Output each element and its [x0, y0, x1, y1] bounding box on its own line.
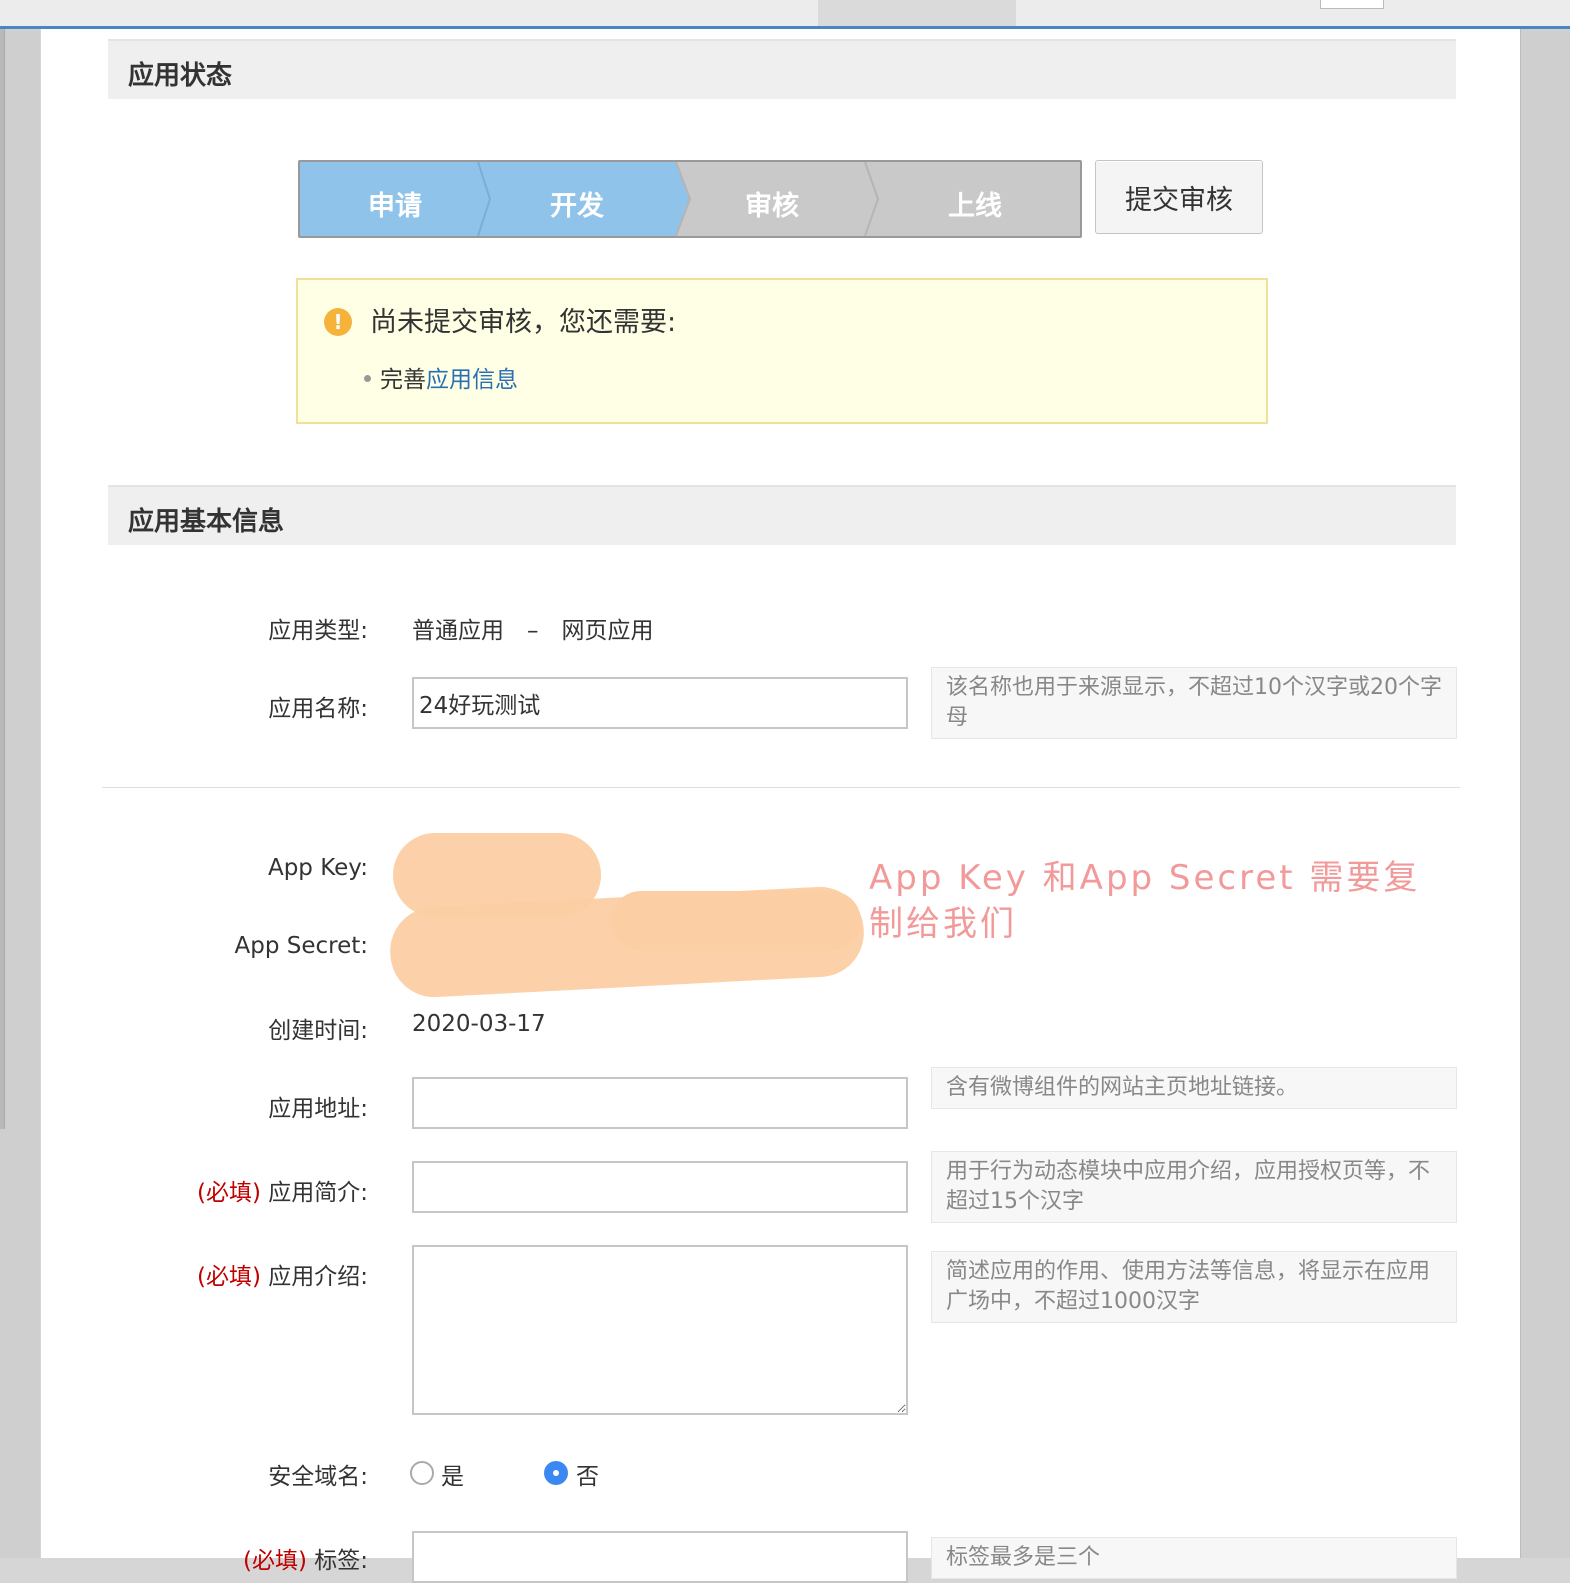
section-title-basic: 应用基本信息 — [128, 507, 285, 537]
browser-top-bar — [0, 0, 1570, 29]
step-online: 上线 — [948, 191, 1002, 222]
bullet-icon — [364, 375, 371, 382]
required-tag: (必填) — [196, 1264, 261, 1290]
tags-hint: 标签最多是三个 — [931, 1537, 1457, 1579]
step-develop: 开发 — [550, 191, 604, 222]
section-basic-info: 应用基本信息 — [108, 485, 1456, 545]
warning-icon: ! — [324, 308, 352, 336]
app-url-input[interactable] — [412, 1077, 908, 1129]
required-tag: (必填) — [196, 1180, 261, 1206]
left-scroll-edge — [0, 29, 5, 1129]
app-intro-label: (必填) 应用介绍: — [68, 1257, 368, 1291]
app-brief-hint: 用于行为动态模块中应用介绍，应用授权页等，不超过15个汉字 — [931, 1151, 1457, 1223]
secure-domain-yes-label: 是 — [441, 1464, 464, 1490]
notice-box: ! 尚未提交审核，您还需要: 完善应用信息 — [296, 278, 1268, 424]
required-tag: (必填) — [242, 1548, 307, 1574]
section-app-status: 应用状态 — [108, 39, 1456, 99]
app-name-hint: 该名称也用于来源显示，不超过10个汉字或20个字母 — [931, 667, 1457, 739]
created-time-label: 创建时间: — [268, 1018, 368, 1044]
annotation-note: App Key 和App Secret 需要复制给我们 — [869, 858, 1421, 944]
section-divider — [102, 787, 1460, 788]
app-name-label: 应用名称: — [268, 696, 368, 722]
app-intro-textarea[interactable] — [412, 1245, 908, 1415]
tags-input[interactable] — [412, 1531, 908, 1583]
secure-domain-no-label: 否 — [576, 1464, 599, 1490]
app-type-label: 应用类型: — [268, 618, 368, 644]
app-url-hint: 含有微博组件的网站主页地址链接。 — [931, 1067, 1457, 1109]
secure-domain-label: 安全域名: — [268, 1464, 368, 1490]
app-brief-input[interactable] — [412, 1161, 908, 1213]
app-name-input[interactable] — [412, 677, 908, 729]
tags-label: (必填) 标签: — [68, 1541, 368, 1575]
app-info-page: 应用状态 申请 开发 审核 上线 提交审核 ! 尚未提交审核，您还需要: 完善应… — [41, 29, 1520, 1583]
app-brief-label-text: 应用简介: — [268, 1180, 368, 1206]
step-apply: 申请 — [368, 191, 422, 222]
app-brief-label: (必填) 应用简介: — [68, 1173, 368, 1207]
app-url-label: 应用地址: — [268, 1096, 368, 1122]
tags-label-text: 标签: — [314, 1548, 368, 1574]
section-title-status: 应用状态 — [128, 61, 233, 91]
app-type-value: 普通应用 – 网页应用 — [412, 618, 654, 644]
app-secret-label: App Secret: — [234, 933, 368, 959]
app-intro-hint: 简述应用的作用、使用方法等信息，将显示在应用广场中，不超过1000汉字 — [931, 1251, 1457, 1323]
secure-domain-no-radio[interactable] — [544, 1461, 568, 1485]
notice-item-prefix: 完善 — [380, 367, 426, 393]
right-gutter — [1520, 29, 1570, 1558]
created-time-value: 2020-03-17 — [412, 1011, 546, 1037]
submit-review-button[interactable]: 提交审核 — [1095, 160, 1263, 234]
secure-domain-yes-radio[interactable] — [410, 1461, 434, 1485]
step-review: 审核 — [745, 191, 799, 222]
app-intro-label-text: 应用介绍: — [268, 1264, 368, 1290]
notice-item: 完善应用信息 — [380, 360, 518, 394]
browser-tab[interactable] — [818, 0, 1016, 26]
app-info-link[interactable]: 应用信息 — [426, 367, 518, 393]
app-key-label: App Key: — [267, 855, 368, 881]
browser-control[interactable] — [1320, 0, 1384, 9]
notice-title: 尚未提交审核，您还需要: — [370, 307, 677, 338]
progress-steps: 申请 开发 审核 上线 — [298, 160, 1082, 238]
left-gutter — [0, 29, 40, 1558]
app-secret-redaction-extra — [611, 891, 861, 951]
